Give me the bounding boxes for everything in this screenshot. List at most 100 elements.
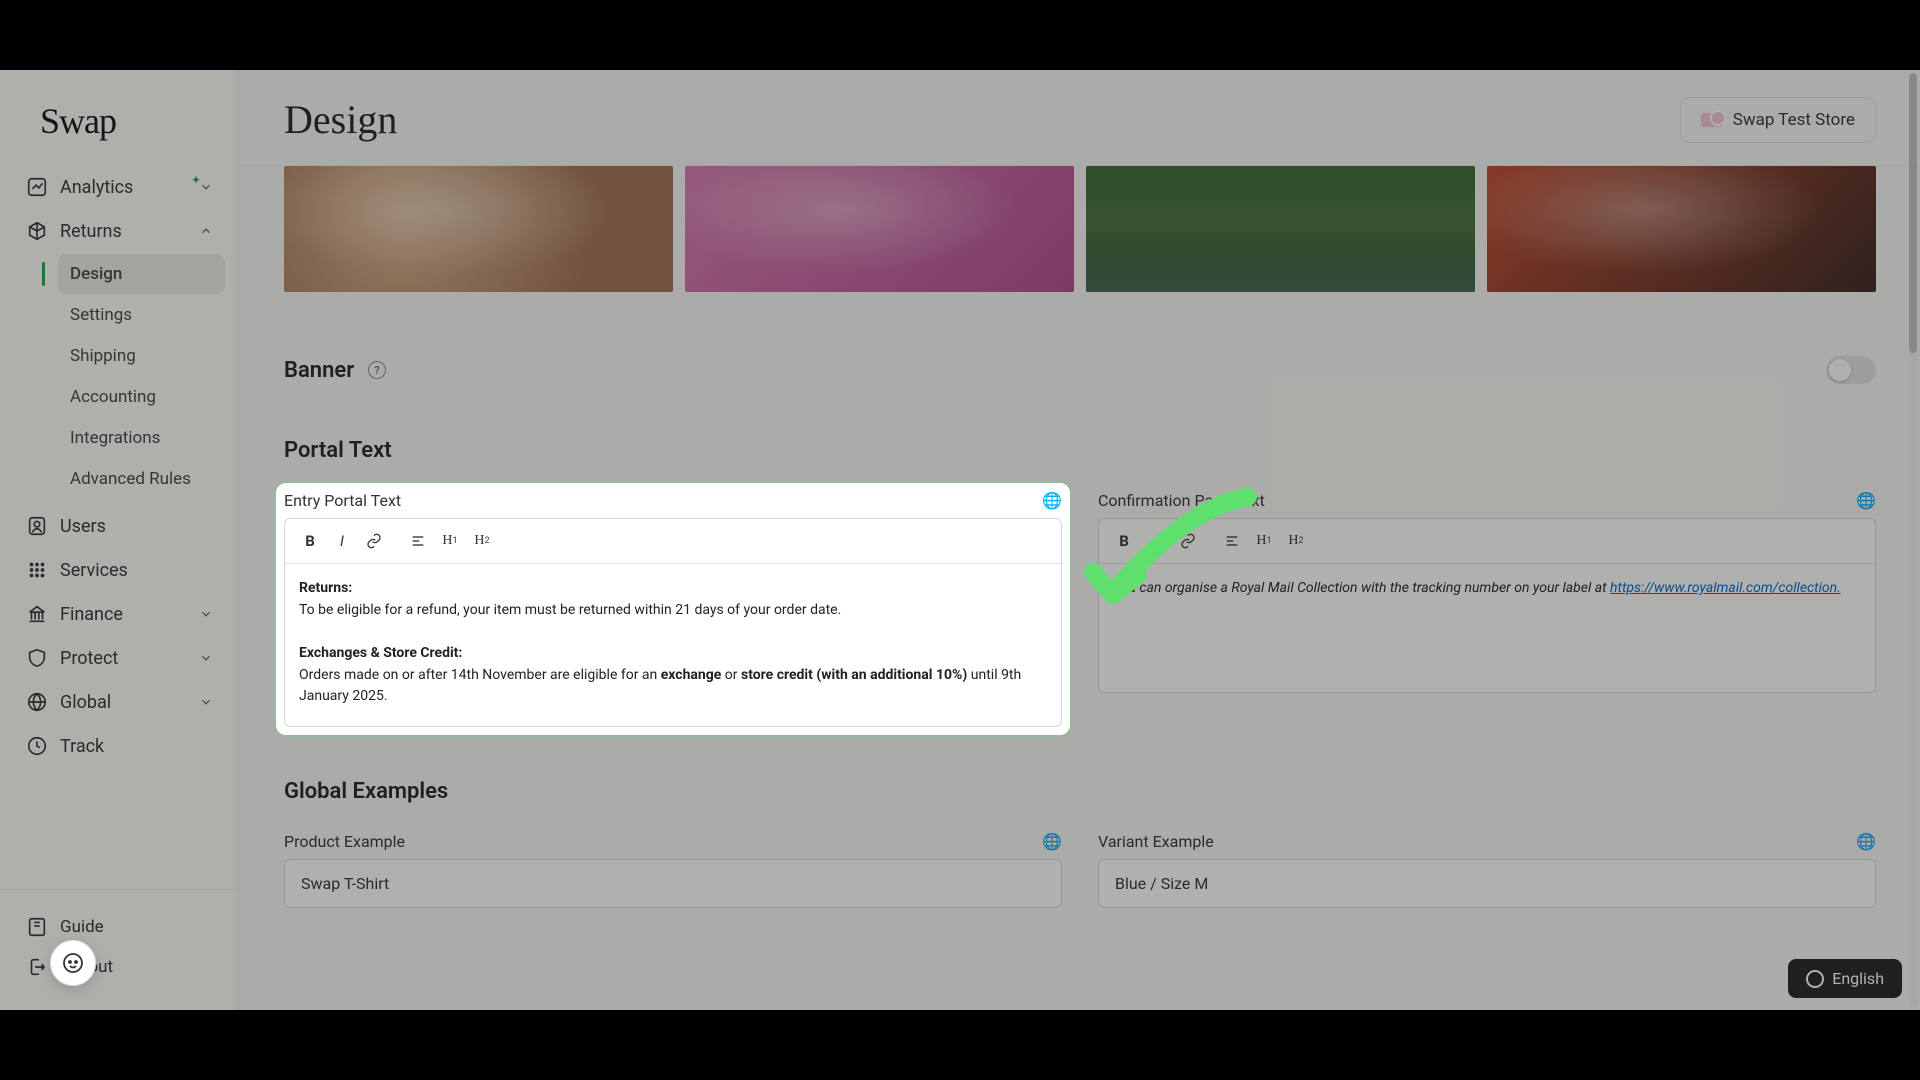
sidebar-footer: Guide Logout [0,889,239,1010]
language-label: English [1832,969,1884,988]
variant-example-input[interactable] [1098,859,1876,908]
nav-finance[interactable]: Finance [14,593,225,635]
returns-subnav: Design Settings Shipping Accounting Inte… [14,254,225,499]
product-example-input[interactable] [284,859,1062,908]
translate-icon[interactable]: 🌐 [1042,832,1062,851]
translate-icon[interactable]: 🌐 [1856,491,1876,510]
nav-label: Protect [60,648,187,669]
royal-mail-link[interactable]: https://www.royalmail.com/collection. [1610,580,1841,596]
field-label: Product Example [284,832,405,851]
portal-text-section-header: Portal Text [284,394,1876,473]
main-content: Design Swap Test Store Banner ? Portal T… [240,70,1920,1010]
h1-button[interactable]: H1 [1249,527,1279,555]
nav-returns[interactable]: Returns [14,210,225,252]
store-selector[interactable]: Swap Test Store [1680,97,1876,143]
field-label: Variant Example [1098,832,1214,851]
chevron-down-icon [199,695,213,709]
guide-icon [26,916,48,938]
align-button[interactable] [403,527,433,555]
section-title: Global Examples [284,779,448,804]
italic-button[interactable]: I [1141,527,1171,555]
subnav-settings[interactable]: Settings [58,295,225,335]
nav-analytics[interactable]: Analytics [14,166,225,208]
translate-icon[interactable]: 🌐 [1856,832,1876,851]
editor-content[interactable]: Returns: To be eligible for a refund, yo… [285,564,1061,726]
confirmation-editor[interactable]: B I H1 H2 You can organise a Royal Mail … [1098,518,1876,693]
banner-image[interactable] [685,166,1074,292]
h2-button[interactable]: H2 [467,527,497,555]
finance-icon [26,603,48,625]
subnav-design[interactable]: Design [58,254,225,294]
users-icon [26,515,48,537]
sidebar: Swap Analytics Returns [0,70,240,1010]
link-button[interactable] [359,527,389,555]
store-swatch-icon [1701,113,1723,127]
section-title: Banner [284,358,354,383]
banner-toggle[interactable] [1826,356,1876,384]
chevron-down-icon [199,651,213,665]
align-button[interactable] [1217,527,1247,555]
h1-button[interactable]: H1 [435,527,465,555]
entry-portal-editor[interactable]: B I H1 H2 Returns: To be eligible for a … [284,518,1062,727]
variant-example-column: Variant Example 🌐 [1098,832,1876,908]
globe-icon [26,691,48,713]
returns-body: To be eligible for a refund, your item m… [299,602,841,618]
nav-label: Global [60,692,187,713]
banner-image[interactable] [284,166,673,292]
subnav-advanced-rules[interactable]: Advanced Rules [58,459,225,499]
primary-nav: Analytics Returns Design Set [0,166,239,767]
scrollbar[interactable] [1909,73,1917,1007]
product-example-column: Product Example 🌐 [284,832,1062,908]
track-icon [26,735,48,757]
nav-track[interactable]: Track [14,725,225,767]
confirmation-text-column: Confirmation Page Text 🌐 B I H1 H2 [1098,491,1876,727]
bold-button[interactable]: B [295,527,325,555]
exchanges-heading: Exchanges & Store Credit: [299,645,462,661]
subnav-shipping[interactable]: Shipping [58,336,225,376]
subnav-accounting[interactable]: Accounting [58,377,225,417]
translate-icon[interactable]: 🌐 [1042,491,1062,510]
h2-button[interactable]: H2 [1281,527,1311,555]
exchanges-text: Orders made on or after 14th November ar… [299,667,661,683]
entry-portal-text-column: Entry Portal Text 🌐 B I H1 H2 [284,491,1062,727]
logout-icon [26,956,48,978]
nav-protect[interactable]: Protect [14,637,225,679]
banner-image[interactable] [1487,166,1876,292]
help-chat-button[interactable] [50,940,96,986]
returns-heading: Returns: [299,580,352,596]
chevron-up-icon [199,224,213,238]
subnav-integrations[interactable]: Integrations [58,418,225,458]
nav-label: Guide [60,917,213,937]
italic-button[interactable]: I [327,527,357,555]
editor-toolbar: B I H1 H2 [285,519,1061,564]
analytics-icon [26,176,48,198]
language-selector[interactable]: English [1788,959,1902,998]
page-title: Design [284,96,397,143]
chevron-down-icon [199,607,213,621]
page-header: Design Swap Test Store [240,70,1920,166]
info-icon[interactable]: ? [368,361,386,379]
editor-content[interactable]: You can organise a Royal Mail Collection… [1099,564,1875,692]
nav-services[interactable]: Services [14,549,225,591]
global-examples-header: Global Examples [284,727,1876,814]
link-button[interactable] [1173,527,1203,555]
nav-label: Services [60,560,213,581]
footer-logout[interactable]: Logout [14,948,225,986]
banner-image[interactable] [1086,166,1475,292]
nav-label: Finance [60,604,187,625]
banner-images [284,166,1876,292]
nav-users[interactable]: Users [14,505,225,547]
store-label: Swap Test Store [1733,110,1855,130]
services-icon [26,559,48,581]
nav-label: Track [60,736,213,757]
nav-label: Users [60,516,213,537]
logo: Swap [0,70,239,166]
nav-label: Returns [60,221,187,242]
banner-section-header: Banner ? [284,328,1876,394]
footer-guide[interactable]: Guide [14,908,225,946]
field-label: Entry Portal Text [284,491,401,510]
bold-button[interactable]: B [1109,527,1139,555]
nav-global[interactable]: Global [14,681,225,723]
protect-icon [26,647,48,669]
chevron-down-icon [199,180,213,194]
